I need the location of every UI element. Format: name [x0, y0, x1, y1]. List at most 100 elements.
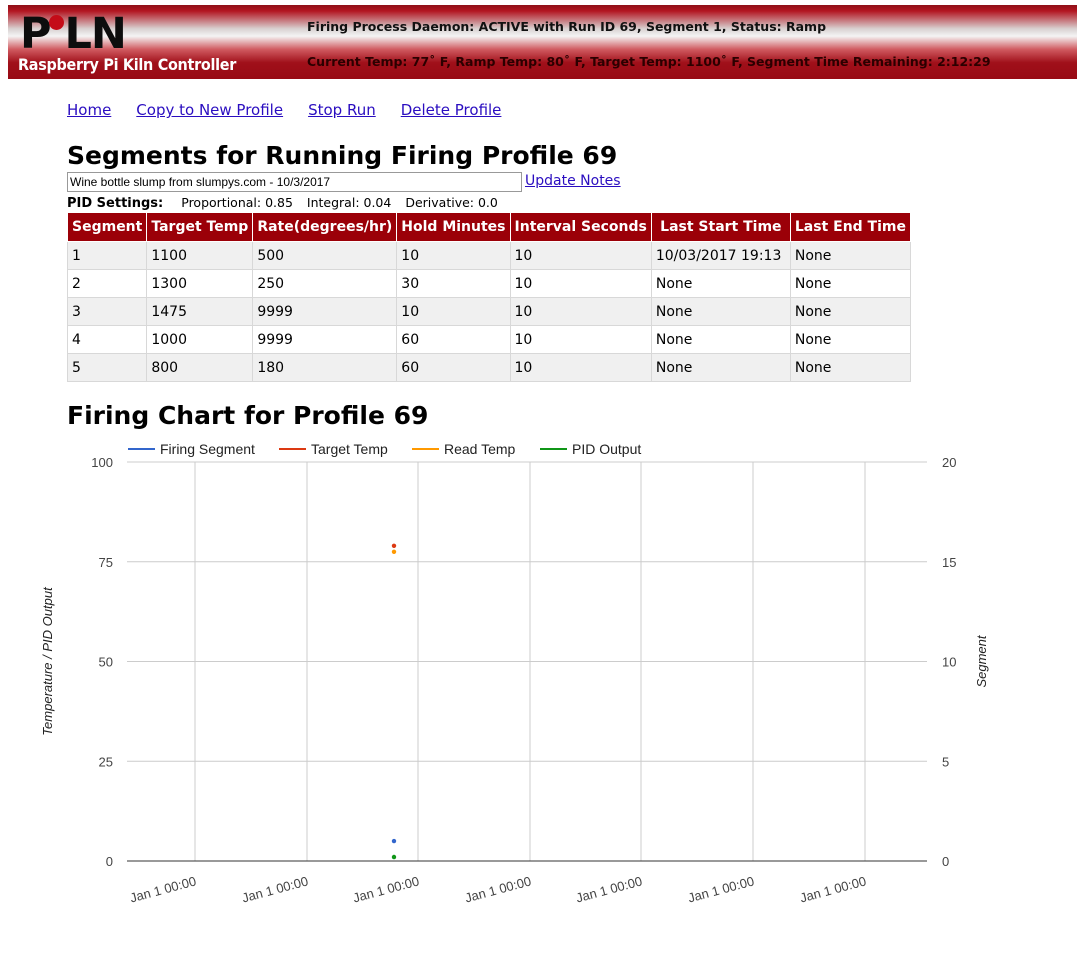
nav-bar: Home Copy to New Profile Stop Run Delete Pr…: [67, 101, 526, 119]
table-cell: None: [650, 353, 791, 382]
table-cell: 1000: [146, 325, 254, 354]
table-cell: 9999: [252, 297, 398, 326]
table-cell: 1300: [146, 269, 254, 298]
table-cell: 180: [252, 353, 398, 382]
pid-settings: PID Settings: Proportional: 0.85 Integral:…: [67, 195, 512, 211]
table-row: 2 1300 250 30 10 None None: [66, 269, 911, 298]
app-subtitle: Raspberry Pi Kiln Controller: [18, 55, 236, 74]
table-cell: 10: [509, 353, 652, 382]
table-row: 5 800 180 60 10 None None: [66, 353, 911, 382]
temperature-status: Current Temp: 77˚ F, Ramp Temp: 80˚ F, T…: [307, 54, 991, 69]
chart-axes: 0 25 50 75 100 0 5 10 15 20 Jan 1 00:00 Jan 1 00:00…: [40, 455, 989, 905]
app-header: P LN Raspberry Pi Kiln Controller Firing …: [8, 5, 1077, 79]
pid-proportional: Proportional: 0.85: [181, 195, 293, 210]
table-cell: None: [650, 269, 791, 298]
table-cell: 10: [509, 325, 652, 354]
pid-settings-label: PID Settings:: [67, 196, 164, 211]
home-link[interactable]: Home: [67, 101, 111, 119]
table-cell: 4: [66, 325, 148, 354]
y-right-tick-label: 15: [942, 555, 956, 570]
x-tick-label: Jan 1 00:00: [351, 873, 421, 905]
chart-legend: Firing Segment Target Temp Read Temp PID Ou…: [128, 441, 641, 457]
data-point: [391, 543, 397, 548]
stop-run-link[interactable]: Stop Run: [308, 101, 376, 119]
table-cell: None: [789, 353, 911, 382]
chart-grid: [127, 461, 927, 861]
table-row: 3 1475 9999 10 10 None None: [66, 297, 911, 326]
table-cell: None: [789, 325, 911, 354]
table-cell: 2: [66, 269, 148, 298]
legend-label: Read Temp: [444, 441, 516, 457]
chart-marks: [391, 543, 397, 860]
segments-table: Segment Target Temp Rate(degrees/hr) Hol…: [66, 212, 911, 382]
legend-label: PID Output: [572, 441, 641, 457]
chart-title: Firing Chart for Profile 69: [67, 401, 429, 430]
y-left-tick-label: 100: [91, 455, 113, 470]
y-left-tick-label: 75: [99, 555, 113, 570]
data-point: [391, 854, 397, 860]
col-header-target-temp: Target Temp: [146, 212, 254, 242]
table-cell: 500: [252, 241, 398, 270]
col-header-last-end-time: Last End Time: [789, 212, 911, 242]
table-cell: 3: [66, 297, 148, 326]
x-tick-label: Jan 1 00:00: [463, 873, 533, 905]
table-cell: 5: [66, 353, 148, 382]
segments-title: Segments for Running Firing Profile 69: [67, 141, 618, 170]
table-row: 1 1100 500 10 10 10/03/2017 19:13 None: [66, 241, 911, 270]
table-cell: 1100: [146, 241, 254, 270]
table-cell: None: [789, 269, 911, 298]
firing-chart: Firing Segment Target Temp Read Temp PID Ou…: [40, 441, 989, 905]
table-cell: 9999: [252, 325, 398, 354]
table-cell: 10: [396, 241, 511, 270]
legend-label: Target Temp: [311, 441, 388, 457]
x-tick-label: Jan 1 00:00: [128, 873, 198, 905]
pid-integral: Integral: 0.04: [306, 195, 392, 210]
y-right-axis-title: Segment: [974, 634, 989, 687]
col-header-last-start-time: Last Start Time: [650, 212, 791, 242]
table-cell: 10/03/2017 19:13: [650, 241, 791, 270]
y-right-tick-label: 0: [942, 854, 949, 869]
y-right-tick-label: 10: [942, 655, 956, 670]
col-header-segment: Segment: [66, 212, 148, 242]
table-cell: 60: [396, 353, 511, 382]
piln-logo: P LN: [20, 9, 127, 59]
table-cell: 30: [396, 269, 511, 298]
delete-profile-link[interactable]: Delete Profile: [401, 101, 502, 119]
table-cell: None: [789, 297, 911, 326]
y-left-tick-label: 50: [99, 655, 113, 670]
copy-profile-link[interactable]: Copy to New Profile: [136, 101, 283, 119]
table-cell: 10: [396, 297, 511, 326]
logo-dot-icon: [48, 15, 64, 30]
y-left-axis-title: Temperature / PID Output: [40, 586, 55, 736]
daemon-status: Firing Process Daemon: ACTIVE with Run I…: [307, 19, 827, 34]
table-cell: 60: [396, 325, 511, 354]
y-right-tick-label: 20: [942, 455, 956, 470]
table-cell: None: [650, 325, 791, 354]
data-point: [391, 838, 397, 844]
x-tick-label: Jan 1 00:00: [240, 873, 310, 905]
notes-input[interactable]: [67, 172, 522, 192]
x-tick-label: Jan 1 00:00: [798, 873, 868, 905]
table-cell: 10: [509, 297, 652, 326]
data-point: [391, 549, 397, 554]
table-cell: 10: [509, 241, 652, 270]
table-cell: 250: [252, 269, 398, 298]
table-cell: None: [650, 297, 791, 326]
table-row: 4 1000 9999 60 10 None None: [66, 325, 911, 354]
update-notes-link[interactable]: Update Notes: [525, 173, 621, 189]
y-left-tick-label: 25: [99, 754, 113, 769]
y-left-tick-label: 0: [106, 854, 113, 869]
table-cell: 800: [146, 353, 254, 382]
table-cell: 1475: [146, 297, 254, 326]
table-cell: 1: [66, 241, 148, 270]
pid-derivative: Derivative: 0.0: [405, 195, 498, 210]
y-right-tick-label: 5: [942, 754, 949, 769]
x-tick-label: Jan 1 00:00: [574, 873, 644, 905]
col-header-interval-seconds: Interval Seconds: [509, 212, 652, 242]
col-header-hold-minutes: Hold Minutes: [396, 212, 511, 242]
legend-label: Firing Segment: [160, 441, 255, 457]
x-tick-label: Jan 1 00:00: [686, 873, 756, 905]
table-cell: None: [789, 241, 911, 270]
table-cell: 10: [509, 269, 652, 298]
col-header-rate: Rate(degrees/hr): [252, 212, 398, 242]
